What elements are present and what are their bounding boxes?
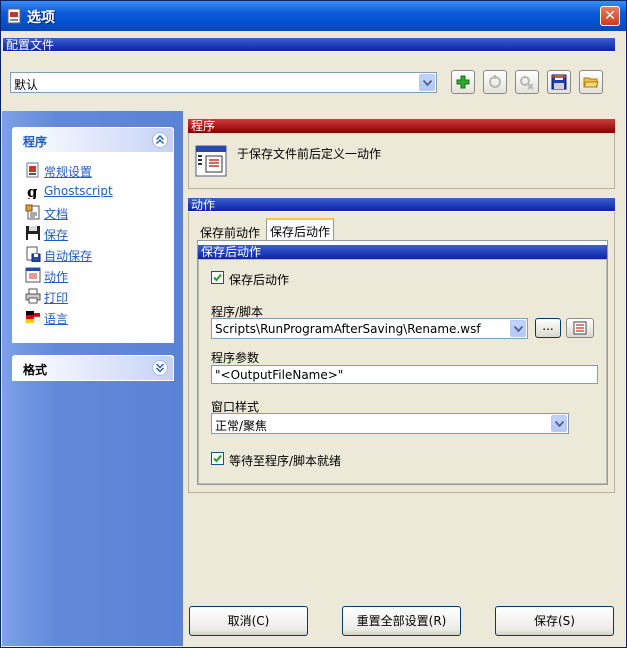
- program-section-header: 程序: [188, 119, 615, 133]
- enable-after-save-label: 保存后动作: [229, 273, 290, 287]
- profile-section-label: 配置文件: [6, 38, 55, 52]
- after-save-content: 保存后动作 程序/脚本 Scripts\RunProgramAfterSavin…: [198, 259, 607, 484]
- print-icon: [25, 288, 41, 304]
- options-window: 选项 ✕ 配置文件 默认 程序 常规设置 g Ghostscript 文档 保存…: [0, 0, 627, 648]
- profile-section-header: 配置文件: [3, 38, 615, 52]
- program-description: 于保存文件前后定义一动作: [237, 147, 382, 161]
- reset-all-button-label: 重置全部设置(R): [356, 614, 447, 628]
- sidebar-group-title: 程序: [23, 135, 48, 149]
- window-style-value: 正常/聚焦: [215, 419, 268, 433]
- sidebar-group-program-header[interactable]: 程序: [13, 128, 173, 152]
- collapse-button[interactable]: [152, 132, 168, 148]
- svg-text:g: g: [27, 183, 38, 199]
- autosave-icon: [26, 246, 41, 262]
- ghostscript-icon: g: [27, 183, 38, 199]
- open-profile-button[interactable]: [579, 70, 603, 94]
- rename-profile-button[interactable]: [483, 70, 507, 94]
- delete-profile-button[interactable]: [515, 70, 539, 94]
- profile-select[interactable]: 默认: [10, 72, 437, 93]
- cancel-button-label: 取消(C): [227, 614, 270, 628]
- checkmark-icon: [213, 273, 222, 282]
- profile-dropdown-arrow[interactable]: [419, 74, 435, 91]
- chevron-up-double-icon: [156, 135, 164, 145]
- save-button[interactable]: 保存(S): [495, 606, 614, 636]
- program-header-panel: 于保存文件前后定义一动作: [188, 133, 615, 189]
- sidebar-group-format-header[interactable]: 格式: [13, 356, 173, 380]
- window-style-dropdown-arrow[interactable]: [551, 415, 567, 432]
- sidebar-item-label: 动作: [44, 270, 69, 284]
- cancel-button[interactable]: 取消(C): [189, 606, 308, 636]
- browse-button[interactable]: ...: [535, 318, 561, 338]
- sidebar: 程序 常规设置 g Ghostscript 文档 保存 自动保存 动作 打印 语…: [2, 111, 183, 646]
- enable-after-save-checkbox[interactable]: [211, 271, 224, 284]
- language-flag-icon: [26, 311, 41, 323]
- sidebar-item-label: 常规设置: [44, 165, 93, 179]
- program-params-input[interactable]: "<OutputFileName>": [211, 365, 598, 384]
- title-bar[interactable]: 选项 ✕: [1, 1, 626, 31]
- close-icon: ✕: [604, 8, 616, 24]
- rename-profile-icon: [489, 75, 501, 88]
- edit-script-button[interactable]: [566, 318, 594, 338]
- edit-script-icon: [573, 321, 587, 335]
- sidebar-item-label: Ghostscript: [44, 184, 113, 198]
- add-profile-icon: [456, 75, 470, 89]
- after-save-subheader: 保存后动作: [198, 245, 607, 259]
- tab-before-save[interactable]: 保存前动作: [197, 221, 263, 241]
- sidebar-item-label: 文档: [44, 207, 69, 221]
- wait-for-program-label: 等待至程序/脚本就绪: [229, 454, 342, 468]
- window-style-select[interactable]: 正常/聚焦: [211, 413, 569, 434]
- save-button-label: 保存(S): [534, 614, 575, 628]
- reset-all-button[interactable]: 重置全部设置(R): [342, 606, 461, 636]
- app-printer-icon: [7, 8, 21, 24]
- save-profile-button[interactable]: [547, 70, 571, 94]
- delete-profile-icon: [520, 76, 534, 90]
- program-section-title: 程序: [191, 119, 216, 133]
- save-profile-icon: [551, 74, 567, 90]
- tab-label: 保存后动作: [270, 225, 331, 239]
- chevron-down-icon: [555, 421, 564, 427]
- general-settings-icon: [26, 162, 39, 178]
- sidebar-item-label: 保存: [44, 228, 69, 242]
- wait-for-program-checkbox[interactable]: [211, 452, 224, 465]
- actions-panel: 保存前动作 保存后动作 保存后动作 保存后动作 程序/脚本 Scripts\Ru…: [188, 212, 615, 493]
- after-save-tab-panel: 保存后动作 保存后动作 程序/脚本 Scripts\RunProgramAfte…: [197, 240, 608, 485]
- tab-after-save[interactable]: 保存后动作: [266, 218, 335, 241]
- profile-selected-value: 默认: [14, 78, 39, 92]
- actions-section-header: 动作: [188, 198, 615, 212]
- sidebar-item-label: 语言: [44, 312, 69, 326]
- actions-section-title: 动作: [191, 198, 216, 212]
- sidebar-item-label: 打印: [44, 291, 69, 305]
- sidebar-group-format: 格式: [12, 355, 174, 381]
- checkmark-icon: [213, 454, 222, 463]
- save-icon: [26, 226, 40, 240]
- tab-label: 保存前动作: [200, 226, 261, 240]
- actions-icon: [25, 267, 41, 283]
- actions-icon: [195, 145, 227, 177]
- browse-button-label: ...: [542, 319, 554, 333]
- after-save-subheader-title: 保存后动作: [201, 245, 262, 259]
- chevron-down-double-icon: [156, 363, 164, 373]
- open-profile-icon: [583, 77, 599, 88]
- close-button[interactable]: ✕: [600, 6, 620, 26]
- document-icon: [25, 204, 40, 220]
- window-title: 选项: [27, 10, 55, 26]
- program-params-label: 程序参数: [211, 351, 260, 365]
- sidebar-group-program: 程序 常规设置 g Ghostscript 文档 保存 自动保存 动作 打印 语…: [12, 127, 174, 343]
- sidebar-item-label: 自动保存: [44, 249, 93, 263]
- program-params-value: "<OutputFileName>": [215, 368, 344, 382]
- program-script-select[interactable]: Scripts\RunProgramAfterSaving\Rename.wsf: [211, 318, 528, 339]
- program-script-value: Scripts\RunProgramAfterSaving\Rename.wsf: [215, 322, 481, 336]
- expand-button[interactable]: [152, 360, 168, 376]
- add-profile-button[interactable]: [451, 70, 475, 94]
- sidebar-group-title: 格式: [23, 363, 48, 377]
- chevron-down-icon: [423, 80, 432, 86]
- chevron-down-icon: [514, 326, 523, 332]
- program-script-dropdown-arrow[interactable]: [510, 320, 526, 337]
